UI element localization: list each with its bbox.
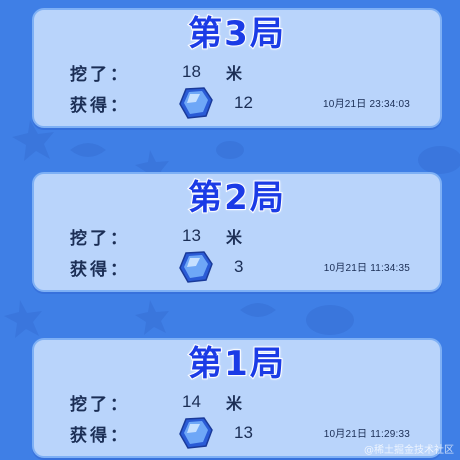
blue-gem-icon [178,416,214,450]
got-row: 获得： 13 [70,416,274,450]
dug-unit: 米 [226,394,243,413]
dug-value: 13 [182,226,201,245]
dug-value: 18 [182,62,201,81]
got-label: 获得： [70,95,130,116]
got-value: 12 [234,93,253,112]
watermark: @稀土掘金技术社区 [364,445,454,456]
dug-label: 挖了： [70,228,130,249]
dug-row: 挖了： 14 米 [70,387,242,417]
got-label: 获得： [70,425,130,446]
round-timestamp: 10月21日 11:29:33 [323,429,410,440]
dug-unit: 米 [226,228,243,247]
round-timestamp: 10月21日 11:34:35 [323,263,410,274]
round-card: 第1局 挖了： 14 米 获得： 13 10月21日 11:29:33 [32,338,442,458]
got-value: 3 [234,257,244,276]
round-card: 第3局 挖了： 18 米 获得： 12 10月21日 23:34:03 [32,8,442,128]
got-value: 13 [234,423,253,442]
got-row: 获得： 3 [70,250,274,284]
dug-row: 挖了： 18 米 [70,57,242,87]
dug-row: 挖了： 13 米 [70,221,242,251]
round-title: 第3局 [187,13,286,55]
round-title: 第2局 [187,177,286,219]
got-row: 获得： 12 [70,86,274,120]
blue-gem-icon [178,86,214,120]
dug-unit: 米 [226,64,243,83]
got-label: 获得： [70,259,130,280]
dug-label: 挖了： [70,64,130,85]
dug-value: 14 [182,392,201,411]
round-timestamp: 10月21日 23:34:03 [323,99,410,110]
dug-label: 挖了： [70,394,130,415]
blue-gem-icon [178,250,214,284]
round-card: 第2局 挖了： 13 米 获得： 3 10月21日 11:34:35 [32,172,442,292]
round-title: 第1局 [187,343,286,385]
